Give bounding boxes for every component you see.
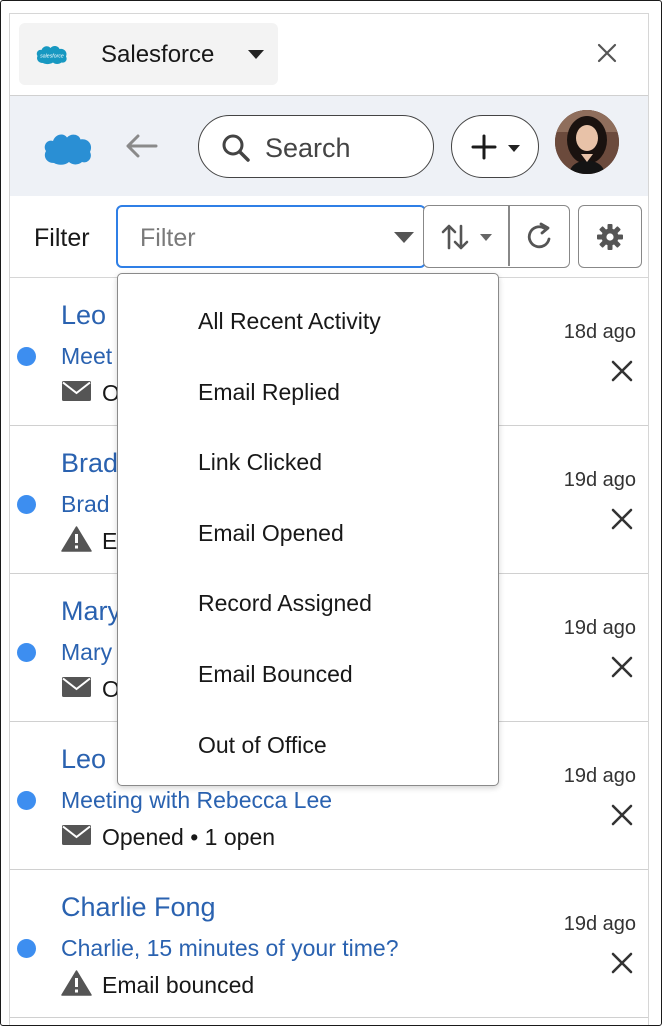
utility-panel: salesforce Salesforce Search Filter Filt… (9, 13, 649, 1025)
close-icon[interactable] (611, 804, 633, 826)
app-switcher-button[interactable]: salesforce Salesforce (19, 23, 278, 85)
close-icon[interactable] (611, 508, 633, 530)
unread-indicator (17, 939, 36, 958)
salesforce-cloud-icon[interactable] (42, 130, 94, 166)
warning-icon (61, 970, 92, 996)
unread-indicator (17, 643, 36, 662)
unread-indicator (17, 791, 36, 810)
contact-name-link[interactable]: Charlie Fong (61, 892, 216, 923)
contact-name-link[interactable]: Leo (61, 300, 106, 331)
activity-status: E (102, 528, 118, 554)
chevron-down-icon (480, 234, 492, 241)
email-subject-link[interactable]: Meet (61, 343, 112, 370)
contact-name-link[interactable]: Mary (61, 596, 121, 627)
contact-name-link[interactable]: Brad (61, 448, 118, 479)
menu-item-email-opened[interactable]: Email Opened (198, 520, 344, 547)
gear-icon (597, 224, 623, 250)
timestamp: 19d ago (563, 913, 636, 935)
timestamp: 19d ago (563, 617, 636, 639)
filter-bar: Filter Filter (10, 196, 648, 278)
unread-indicator (17, 495, 36, 514)
contact-name-link[interactable]: Leo (61, 744, 106, 775)
chevron-down-icon (394, 232, 414, 243)
envelope-icon (62, 677, 91, 697)
filter-select[interactable]: Filter (116, 205, 426, 268)
divider (508, 206, 510, 266)
filter-placeholder: Filter (140, 224, 196, 252)
logo-text: salesforce (40, 54, 64, 60)
salesforce-logo-icon: salesforce (36, 46, 67, 65)
toolbar: Search (10, 96, 648, 196)
app-header: salesforce Salesforce (10, 14, 648, 96)
email-subject-link[interactable]: Meeting with Rebecca Lee (61, 787, 332, 814)
activity-status: Email bounced (102, 972, 255, 998)
back-arrow-icon[interactable] (123, 132, 159, 160)
list-item[interactable]: Charlie Fong Charlie, 15 minutes of your… (10, 870, 648, 1018)
close-icon[interactable] (592, 38, 622, 68)
plus-icon (471, 134, 497, 160)
envelope-icon (62, 825, 91, 845)
email-subject-link[interactable]: Mary (61, 639, 112, 666)
menu-item-link-clicked[interactable]: Link Clicked (198, 449, 322, 476)
close-icon[interactable] (611, 952, 633, 974)
timestamp: 19d ago (563, 469, 636, 491)
close-icon[interactable] (611, 656, 633, 678)
app-name: Salesforce (101, 41, 215, 68)
email-subject-link[interactable]: Brad (61, 491, 110, 518)
menu-item-record-assigned[interactable]: Record Assigned (198, 590, 372, 617)
search-label: Search (265, 133, 351, 163)
chevron-down-icon (508, 145, 520, 152)
chevron-down-icon (248, 50, 264, 59)
sort-button[interactable] (424, 206, 508, 266)
menu-item-out-of-office[interactable]: Out of Office (198, 732, 327, 759)
avatar[interactable] (555, 110, 619, 174)
window-frame: salesforce Salesforce Search Filter Filt… (0, 0, 662, 1026)
envelope-icon (62, 381, 91, 401)
sort-icon (441, 224, 469, 250)
timestamp: 19d ago (563, 765, 636, 787)
filter-label: Filter (34, 224, 90, 252)
list-actions-button-group (423, 205, 570, 268)
activity-status: Opened • 1 open (102, 824, 276, 850)
global-create-button[interactable] (451, 115, 539, 178)
search-icon (222, 134, 250, 162)
email-subject-link[interactable]: Charlie, 15 minutes of your time? (61, 935, 399, 962)
settings-button[interactable] (578, 205, 642, 268)
close-icon[interactable] (611, 360, 633, 382)
timestamp: 18d ago (563, 321, 636, 343)
filter-dropdown-menu: All Recent Activity Email Replied Link C… (117, 273, 499, 786)
menu-item-email-replied[interactable]: Email Replied (198, 379, 340, 406)
warning-icon (61, 526, 92, 552)
refresh-icon[interactable] (524, 221, 556, 253)
unread-indicator (17, 347, 36, 366)
menu-item-email-bounced[interactable]: Email Bounced (198, 661, 353, 688)
search-button[interactable]: Search (198, 115, 434, 178)
menu-item-all-recent-activity[interactable]: All Recent Activity (198, 308, 381, 335)
